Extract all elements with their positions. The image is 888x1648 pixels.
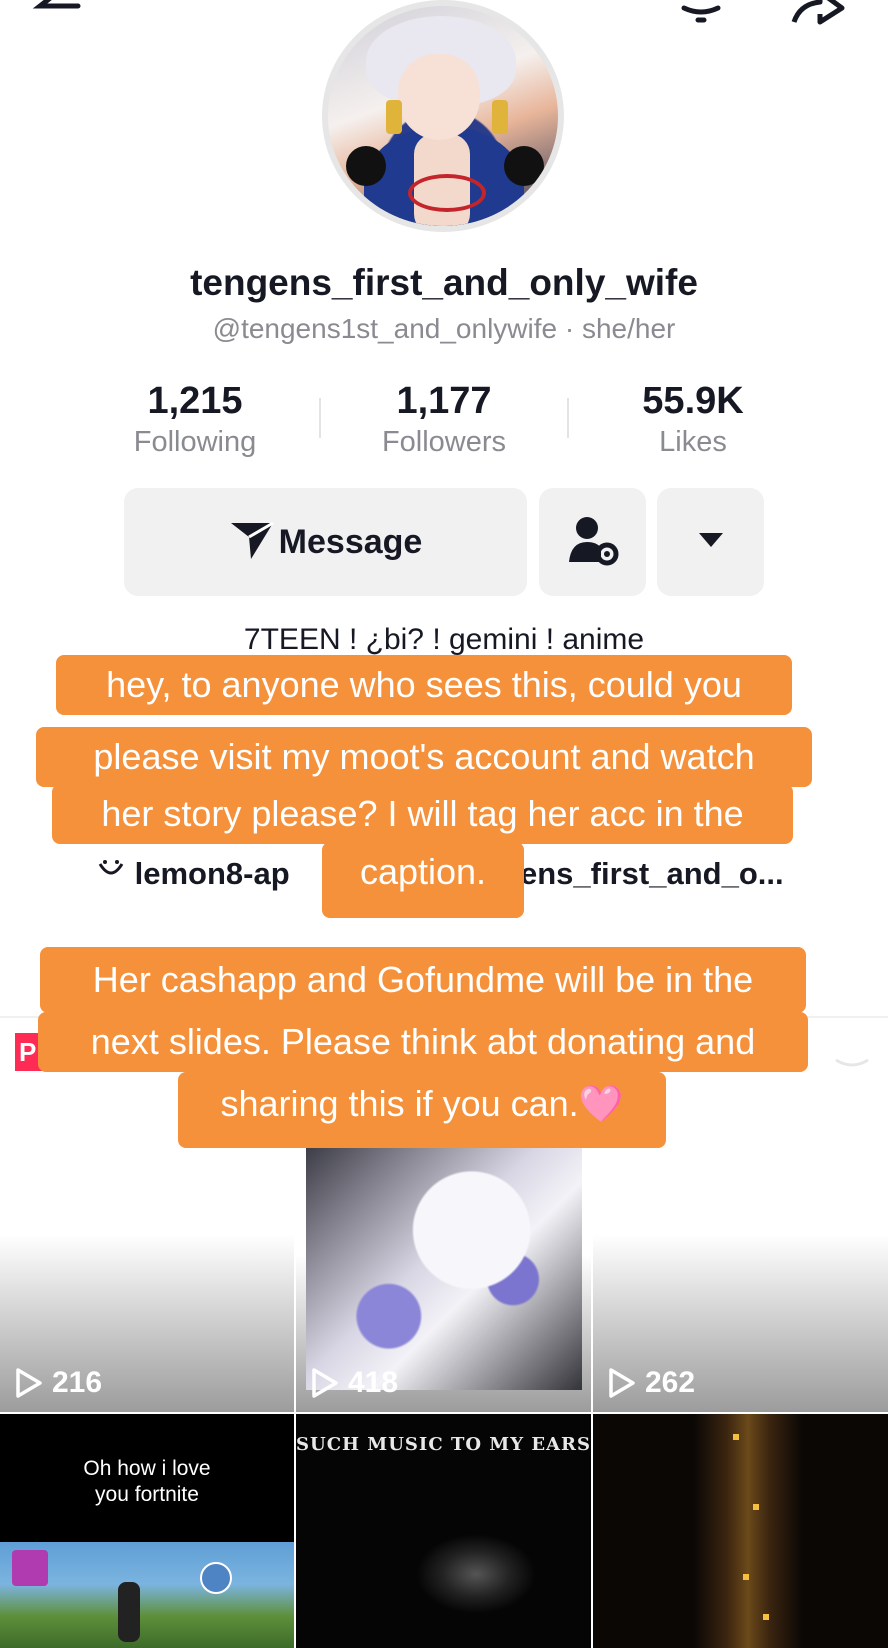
caption-line-text: sharing this if you can.: [220, 1083, 579, 1124]
more-options-button[interactable]: [657, 488, 764, 596]
stat-likes-label: Likes: [659, 426, 727, 458]
play-icon: [609, 1368, 635, 1398]
play-icon: [16, 1368, 42, 1398]
view-count-value: 262: [645, 1366, 696, 1399]
video-thumbnail-art: [306, 1144, 582, 1390]
video-tile[interactable]: [593, 1414, 888, 1648]
multi-photo-icon: [834, 1056, 870, 1075]
add-friend-button[interactable]: [539, 488, 646, 596]
video-overlay-text: Oh how i love: [83, 1457, 211, 1480]
caption-line: hey, to anyone who sees this, could you: [56, 655, 792, 715]
video-thumbnail-art: [0, 1542, 294, 1648]
profile-display-name: tengens_first_and_only_wife: [190, 262, 698, 303]
stat-likes-value: 55.9K: [642, 380, 744, 422]
play-icon: [312, 1368, 338, 1398]
stat-divider: [567, 398, 569, 438]
bio-text: 7TEEN ! ¿bi? ! gemini ! anime: [243, 623, 645, 656]
view-count: 262: [607, 1366, 695, 1400]
stat-divider: [319, 398, 321, 438]
video-tile[interactable]: Oh how i love you fortnite: [0, 1414, 294, 1648]
view-count-value: 418: [348, 1366, 399, 1399]
caption-line: her story please? I will tag her acc in …: [52, 784, 793, 844]
bio-link-left[interactable]: lemon8-ap: [96, 856, 290, 892]
video-tile[interactable]: SUCH MUSIC TO MY EARS: [296, 1414, 591, 1648]
stat-following[interactable]: 1,215 Following: [95, 380, 295, 460]
link-icon: [96, 856, 135, 891]
video-thumbnail-art: [693, 1414, 803, 1648]
caption-line: caption.: [322, 842, 524, 918]
caption-line: Her cashapp and Gofundme will be in the: [40, 947, 806, 1013]
stat-following-label: Following: [133, 426, 257, 458]
video-overlay-text: SUCH MUSIC TO MY EARS: [296, 1434, 591, 1455]
share-icon[interactable]: [790, 0, 850, 35]
profile-handle: @tengens1st_and_onlywife · she/her: [212, 313, 676, 344]
send-icon: [229, 519, 275, 566]
view-count: 216: [14, 1366, 102, 1400]
heart-emoji: 🩷: [578, 1083, 624, 1124]
bio-link-left-label: lemon8-ap: [134, 856, 290, 891]
avatar[interactable]: [322, 0, 564, 232]
stat-followers-value: 1,177: [396, 380, 492, 422]
video-thumbnail-art: [416, 1534, 536, 1614]
add-friend-icon: [563, 510, 623, 575]
caption-line: please visit my moot's account and watch: [36, 727, 812, 787]
stat-likes[interactable]: 55.9K Likes: [593, 380, 793, 460]
message-button[interactable]: Message: [124, 488, 527, 596]
stat-followers-label: Followers: [381, 426, 507, 458]
stat-following-value: 1,215: [147, 380, 243, 422]
dropdown-icon: [697, 530, 725, 555]
message-button-label: Message: [278, 522, 423, 561]
caption-line: next slides. Please think abt donating a…: [38, 1012, 808, 1072]
video-overlay-text: you fortnite: [95, 1483, 199, 1506]
bell-icon[interactable]: [676, 0, 726, 35]
stat-followers[interactable]: 1,177 Followers: [344, 380, 544, 460]
view-count-value: 216: [52, 1366, 103, 1399]
bio-link-right[interactable]: ens_first_and_o...: [520, 856, 784, 892]
caption-line: sharing this if you can.🩷: [178, 1072, 666, 1148]
back-arrow-icon[interactable]: [30, 0, 90, 31]
view-count: 418: [310, 1366, 398, 1400]
